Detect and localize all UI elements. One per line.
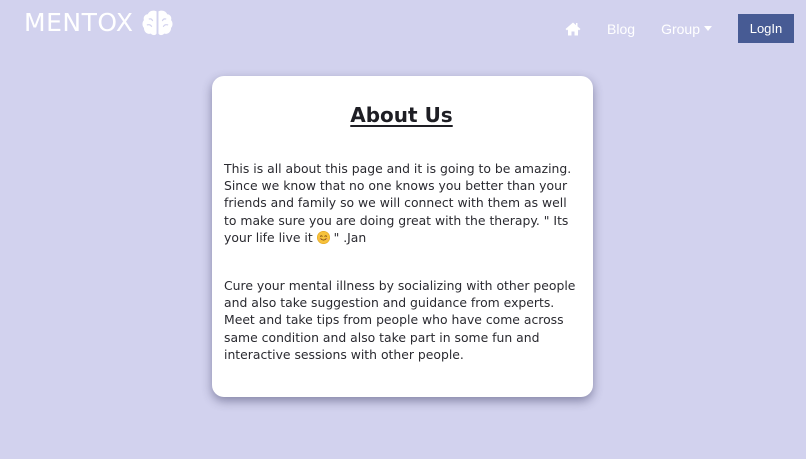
about-card: About Us This is all about this page and… [212, 76, 593, 397]
brand-name: MENTOX [24, 8, 134, 37]
nav-group-label: Group [661, 20, 700, 37]
brand-logo[interactable]: MENTOX [24, 8, 173, 38]
home-icon[interactable] [565, 22, 581, 36]
about-paragraph-1: This is all about this page and it is go… [224, 160, 579, 246]
login-button[interactable]: LogIn [738, 14, 794, 43]
caret-down-icon [704, 26, 712, 31]
brain-icon [142, 10, 173, 36]
about-title: About Us [350, 103, 453, 127]
nav-blog-link[interactable]: Blog [607, 15, 635, 43]
navbar: MENTOX Blog Group LogIn [0, 0, 806, 50]
nav-group-dropdown[interactable]: Group [661, 15, 712, 43]
about-paragraph-2: Cure your mental illness by socializing … [224, 278, 576, 362]
nav-links: Blog Group LogIn [565, 14, 794, 43]
about-paragraph-1-text: This is all about this page and it is go… [224, 161, 572, 245]
about-paragraph-1-signature: " .Jan [329, 229, 367, 245]
smiling-face-icon [316, 230, 330, 244]
